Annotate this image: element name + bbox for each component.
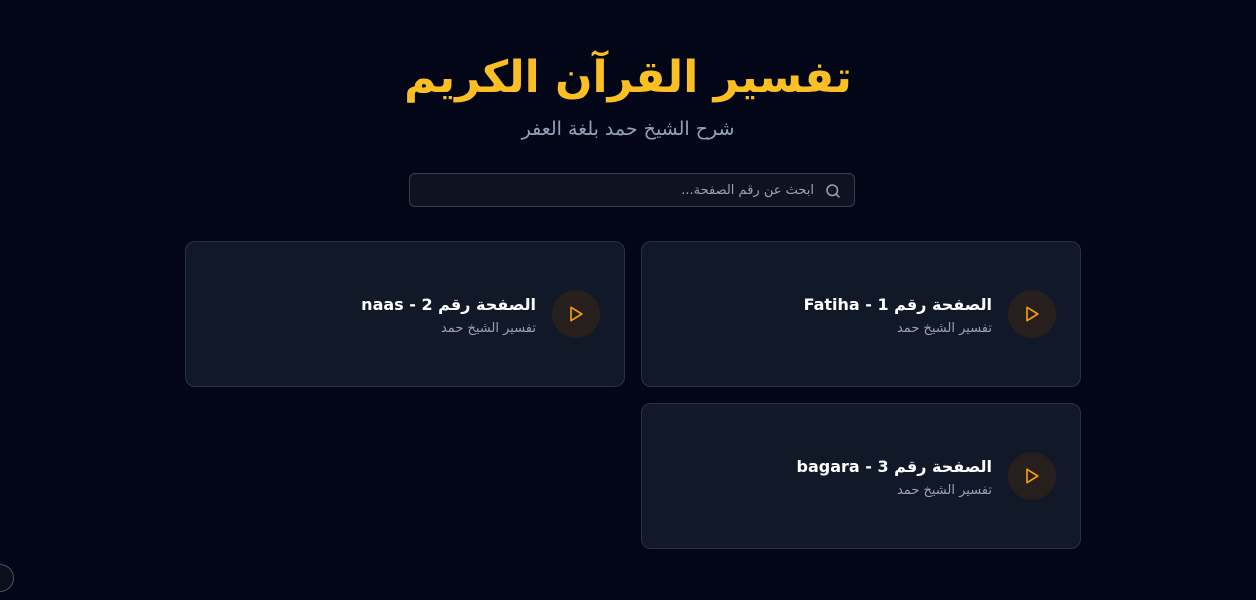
page-card-3[interactable]: الصفحة رقم 3 - bagara تفسير الشيخ حمد — [641, 403, 1081, 549]
card-subtitle: تفسير الشيخ حمد — [896, 483, 992, 498]
play-icon — [1026, 468, 1039, 484]
search-icon[interactable] — [824, 182, 842, 200]
page-subtitle: شرح الشيخ حمد بلغة العفر — [521, 118, 735, 140]
page-title: تفسير القرآن الكريم — [404, 52, 852, 103]
play-icon — [1026, 306, 1039, 322]
search-input[interactable] — [424, 174, 814, 206]
play-button[interactable] — [552, 290, 600, 338]
card-title: الصفحة رقم 2 - naas — [361, 295, 536, 314]
card-title: الصفحة رقم 3 - bagara — [796, 457, 993, 476]
page: تفسير القرآن الكريم شرح الشيخ حمد بلغة ا… — [0, 0, 1256, 600]
play-button[interactable] — [1008, 290, 1056, 338]
play-button[interactable] — [1008, 452, 1056, 500]
play-icon — [570, 306, 583, 322]
page-card-1[interactable]: الصفحة رقم 1 - Fatiha تفسير الشيخ حمد — [641, 241, 1081, 387]
search-box — [409, 173, 855, 207]
card-subtitle: تفسير الشيخ حمد — [440, 321, 536, 336]
card-title: الصفحة رقم 1 - Fatiha — [803, 295, 992, 314]
card-subtitle: تفسير الشيخ حمد — [896, 321, 992, 336]
corner-toggle-button[interactable] — [0, 564, 14, 592]
page-card-2[interactable]: الصفحة رقم 2 - naas تفسير الشيخ حمد — [185, 241, 625, 387]
